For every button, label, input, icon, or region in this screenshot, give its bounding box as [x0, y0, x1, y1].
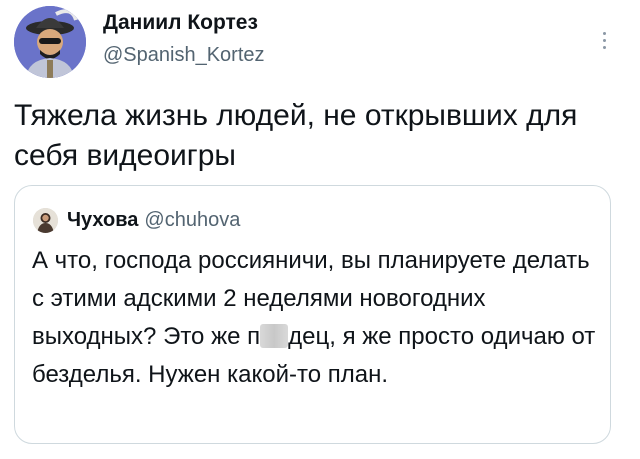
quoted-author-name[interactable]: Чухова — [67, 209, 138, 231]
avatar-photo-icon — [33, 208, 58, 233]
more-dot — [602, 45, 606, 49]
quoted-author-header: Чухова @chuhova — [67, 208, 240, 232]
author-handle[interactable]: @Spanish_Kortez — [103, 43, 265, 67]
tweet-text: Тяжела жизнь людей, не открывших для себ… — [14, 99, 578, 172]
tweet-card: Даниил Кортез @Spanish_Kortez Тяжела жиз… — [0, 0, 640, 459]
avatar-illustration-icon — [14, 6, 86, 78]
more-dot — [602, 31, 606, 35]
quoted-author-avatar[interactable] — [33, 208, 58, 233]
quoted-tweet-text: А что, господа россияничи, вы планируете… — [32, 242, 602, 394]
more-dot — [602, 38, 606, 42]
censor-blur — [260, 324, 289, 348]
author-name[interactable]: Даниил Кортез — [103, 10, 258, 36]
more-vertical-icon[interactable] — [592, 22, 616, 58]
quoted-tweet[interactable]: Чухова @chuhova А что, господа россияничи… — [14, 185, 611, 444]
author-avatar[interactable] — [14, 6, 86, 78]
quoted-author-handle[interactable]: @chuhova — [144, 209, 240, 231]
